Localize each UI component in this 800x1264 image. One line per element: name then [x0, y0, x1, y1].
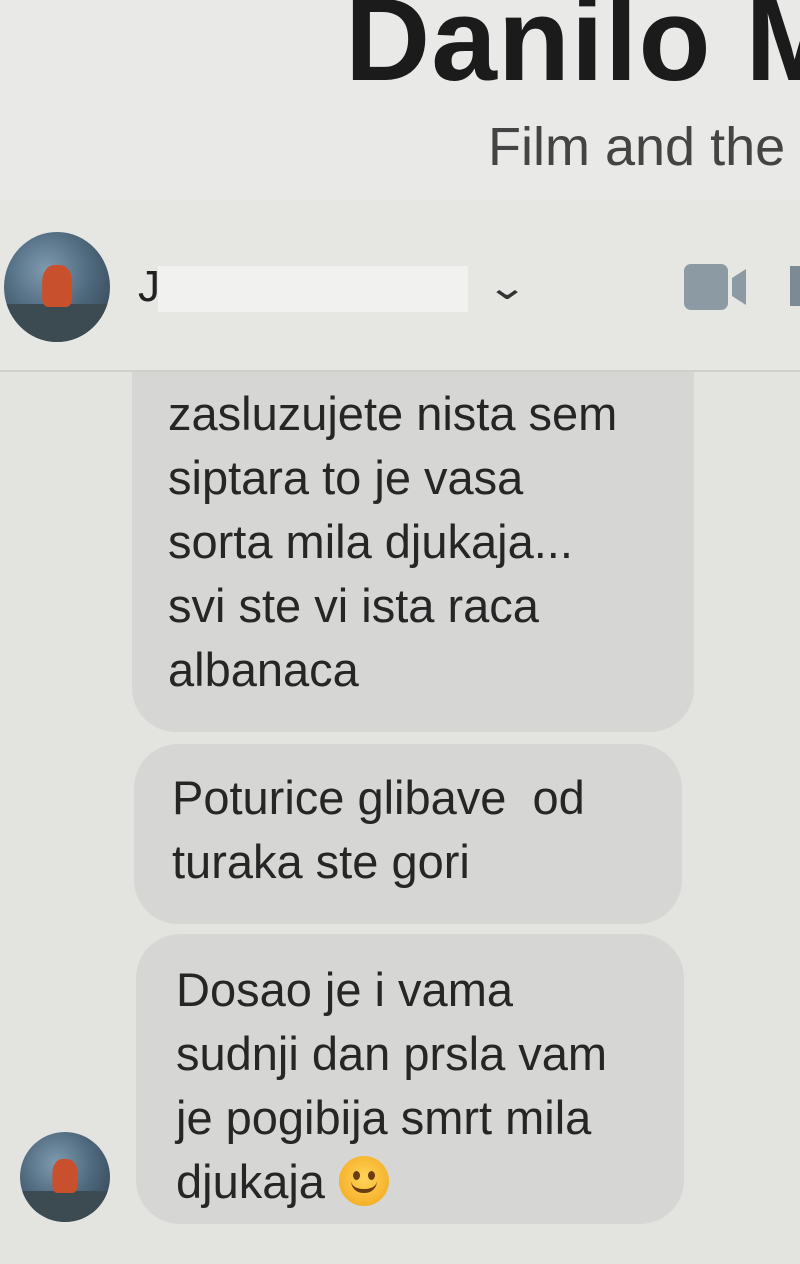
message-line: albanaca [168, 643, 359, 696]
contact-name[interactable]: J [138, 262, 160, 312]
message-bubble: zasluzujete nista sem siptara to je vasa… [132, 372, 694, 732]
message-line: siptara to je vasa [168, 451, 524, 504]
profile-name: Danilo M [345, 0, 800, 106]
message-line: Poturice glibave od [172, 771, 585, 824]
name-redaction [158, 266, 468, 312]
message-line: je pogibija smrt mila [176, 1091, 592, 1144]
message-line-with-emoji: djukaja [176, 1150, 607, 1214]
message-bubble: Dosao je i vama sudnji dan prsla vam je … [136, 934, 684, 1224]
message-line: sudnji dan prsla vam [176, 1027, 608, 1080]
sender-avatar[interactable] [20, 1132, 110, 1222]
message-line: Dosao je i vama [176, 963, 513, 1016]
message-line: djukaja [176, 1155, 325, 1208]
profile-banner: Danilo M Film and the [0, 0, 800, 200]
smiley-emoji-icon [338, 1156, 389, 1206]
phone-icon[interactable] [790, 266, 800, 306]
message-line: zasluzujete nista sem [168, 387, 618, 440]
chat-header: J ⌄ [0, 200, 800, 372]
message-bubble: Poturice glibave od turaka ste gori [134, 744, 682, 924]
message-line: svi ste vi ista raca [168, 579, 539, 632]
contact-avatar[interactable] [4, 232, 110, 342]
message-line: sorta mila djukaja... [168, 515, 573, 568]
profile-subtitle: Film and the [488, 117, 786, 177]
chevron-down-icon[interactable]: ⌄ [486, 266, 528, 308]
video-call-icon[interactable] [684, 264, 750, 310]
message-line: turaka ste gori [172, 835, 470, 888]
